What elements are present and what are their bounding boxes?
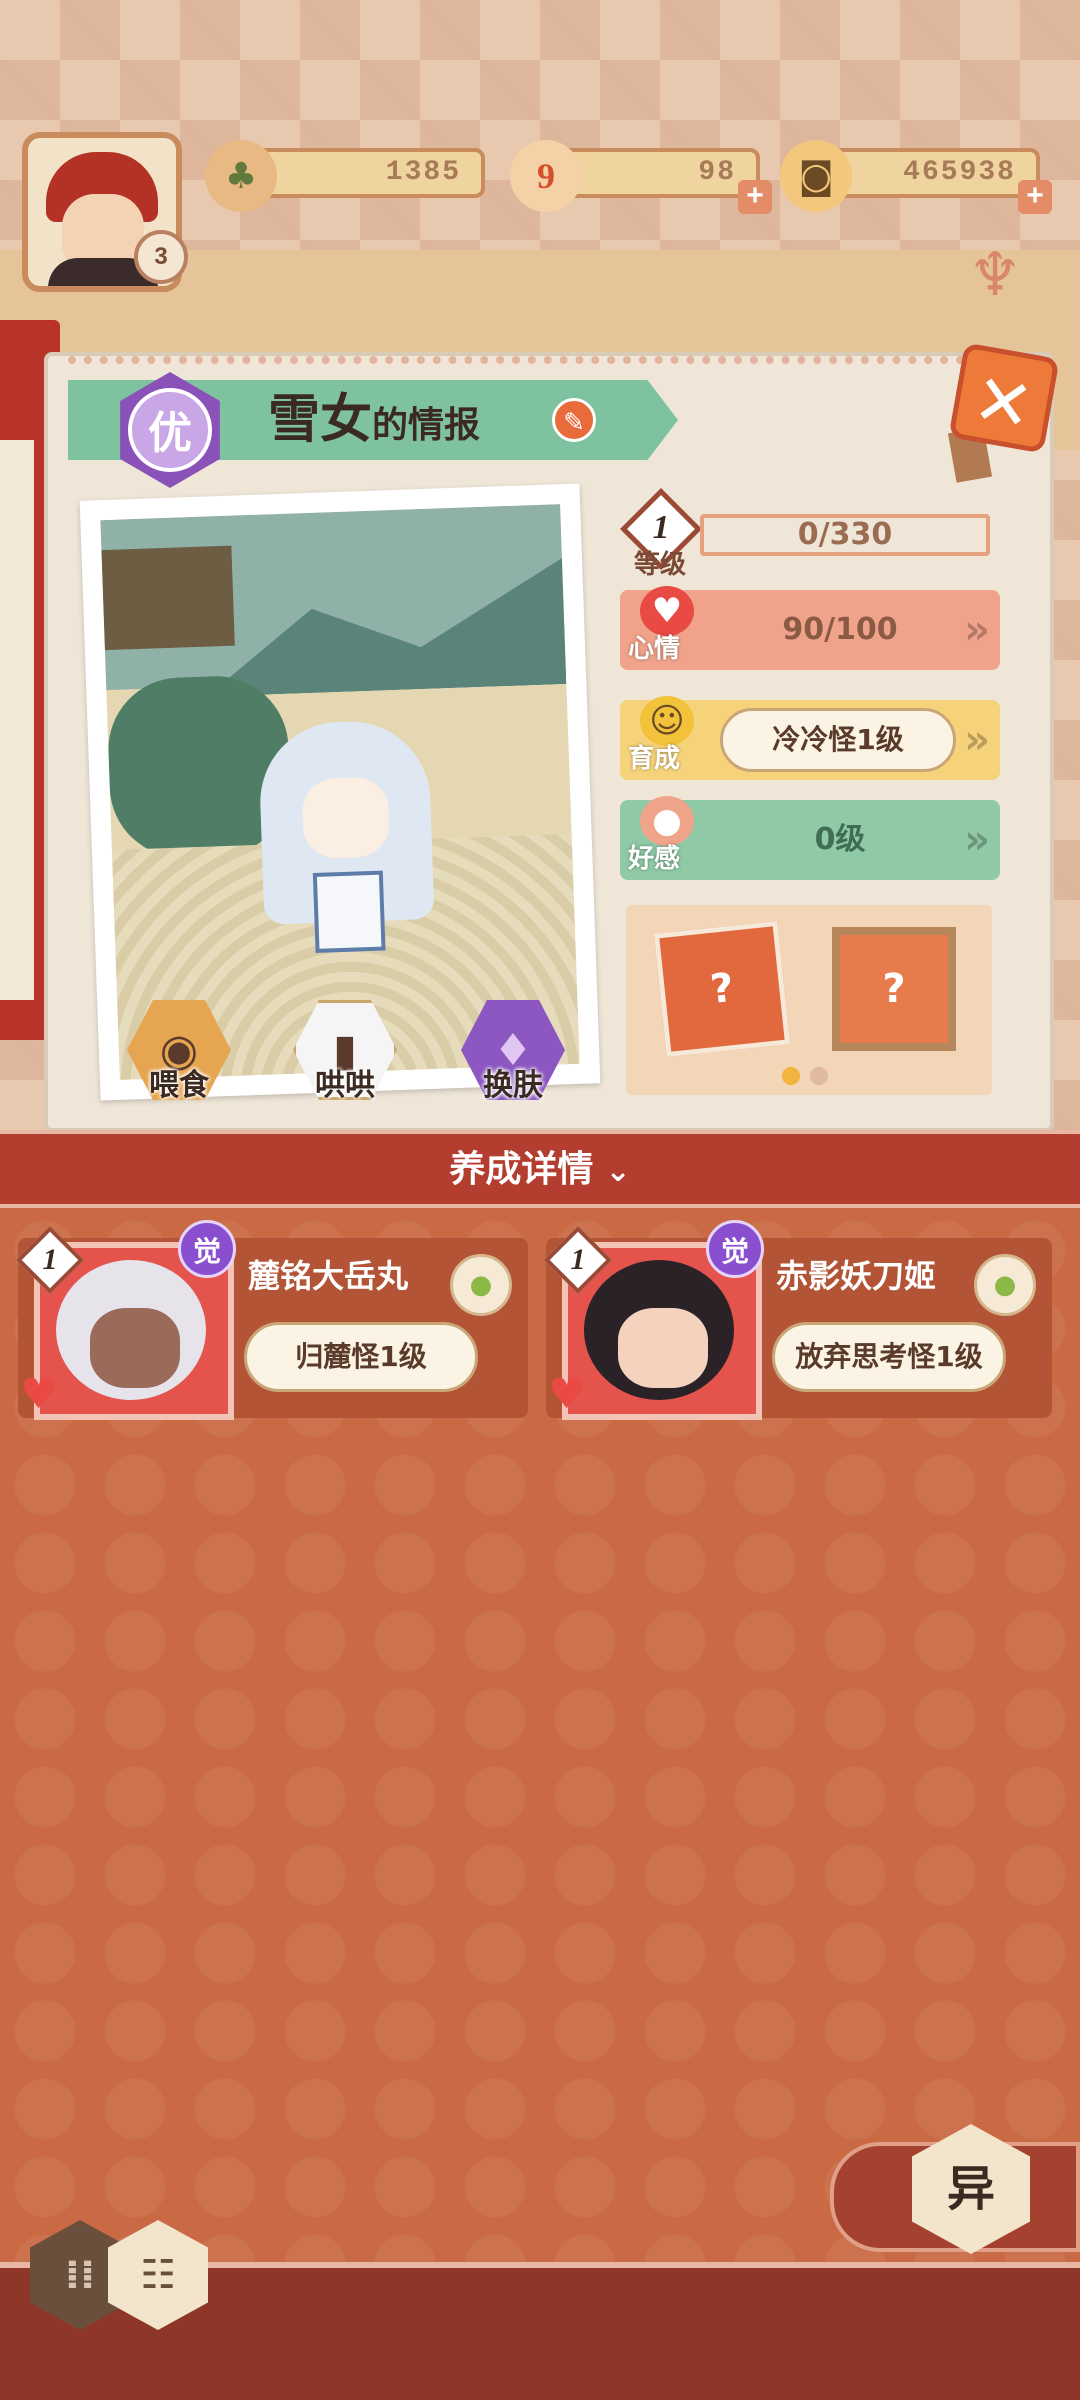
resource-coin: ◙ 465938 + bbox=[780, 140, 1052, 214]
add-jade-button[interactable]: + bbox=[738, 180, 772, 214]
monster-name: 麓铭大岳丸 bbox=[248, 1257, 409, 1295]
player-level-badge: 3 bbox=[134, 230, 188, 284]
level-stat: 1 0/330 等级 bbox=[619, 487, 1000, 580]
growth-details-title: 养成详情 bbox=[449, 1149, 594, 1190]
chevron-down-icon: ⌄ bbox=[605, 1154, 631, 1189]
smile-icon: ☺ bbox=[640, 696, 694, 746]
chevron-right-icon: » bbox=[964, 717, 990, 763]
heart-icon: ♥ bbox=[548, 1369, 586, 1418]
mood-value: 90/100 bbox=[782, 612, 898, 647]
seed-icon[interactable]: ● bbox=[450, 1254, 512, 1316]
monster-card[interactable]: 1 觉 ♥ 麓铭大岳丸 ● 归麓怪1级 bbox=[16, 1220, 528, 1420]
coin-icon: ◙ bbox=[780, 140, 852, 212]
monster-status: 放弃思考怪1级 bbox=[772, 1322, 1006, 1392]
training-value: 冷冷怪1级 bbox=[720, 708, 956, 772]
monster-name: 赤影妖刀姬 bbox=[776, 1257, 937, 1295]
portrait-face bbox=[618, 1308, 708, 1388]
feed-label: 喂食 bbox=[149, 1068, 209, 1103]
monster-level: 1 bbox=[42, 1243, 58, 1276]
awaken-badge: 觉 bbox=[178, 1220, 236, 1278]
page-dot[interactable] bbox=[810, 1067, 828, 1085]
monster-card[interactable]: 1 觉 ♥ 赤影妖刀姬 ● 放弃思考怪1级 bbox=[544, 1220, 1052, 1420]
add-coin-button[interactable]: + bbox=[1018, 180, 1052, 214]
level-number: 1 bbox=[652, 509, 670, 546]
monster-status: 归麓怪1级 bbox=[244, 1322, 478, 1392]
title-suffix: 的情报 bbox=[372, 405, 481, 446]
feed-button[interactable]: ◉ 喂食 bbox=[124, 1000, 234, 1110]
close-button[interactable]: ✕ bbox=[948, 342, 1060, 454]
favor-stat[interactable]: ● 好感 0级 » bbox=[620, 796, 1000, 880]
edit-name-icon[interactable]: ✎ bbox=[552, 398, 596, 442]
jade-icon: 9 bbox=[510, 140, 582, 212]
resource-jade: 9 98 + bbox=[510, 140, 772, 214]
portrait-face bbox=[90, 1308, 180, 1388]
training-label: 育成 bbox=[628, 744, 681, 774]
peach-icon: ● bbox=[640, 796, 694, 846]
pine-icon: ♣ bbox=[205, 140, 277, 212]
photo-scene bbox=[100, 504, 580, 1080]
gift-panel: ? ? bbox=[626, 905, 992, 1095]
rank-label: 优 bbox=[128, 388, 212, 472]
mood-stat[interactable]: ♥ 心情 90/100 » bbox=[620, 586, 1000, 670]
heart-icon: ♥ bbox=[20, 1369, 58, 1418]
scene-hut bbox=[101, 545, 235, 651]
page-title: 雪女的情报 bbox=[268, 380, 480, 460]
skin-button[interactable]: ♦ 换肤 bbox=[458, 1000, 568, 1110]
sprite-dress bbox=[312, 870, 386, 953]
jade-value: 98 bbox=[698, 157, 736, 188]
exp-progress: 0/330 bbox=[700, 514, 990, 556]
pine-value: 1385 bbox=[385, 157, 461, 188]
sprite-face bbox=[301, 776, 391, 860]
chevron-right-icon: » bbox=[964, 607, 990, 653]
coin-value: 465938 bbox=[903, 157, 1016, 188]
page-dot-active[interactable] bbox=[782, 1067, 800, 1085]
favor-value: 0级 bbox=[814, 822, 866, 857]
level-label: 等级 bbox=[634, 550, 687, 580]
awaken-badge: 觉 bbox=[706, 1220, 764, 1278]
heart-face-icon: ♥ bbox=[640, 586, 694, 636]
coax-label: 哄哄 bbox=[315, 1068, 375, 1103]
chevron-right-icon: » bbox=[964, 817, 990, 863]
monster-level: 1 bbox=[570, 1243, 586, 1276]
growth-details-toggle[interactable]: 养成详情 ⌄ bbox=[0, 1130, 1080, 1208]
seed-icon[interactable]: ● bbox=[974, 1254, 1036, 1316]
training-stat[interactable]: ☺ 育成 冷冷怪1级 » bbox=[620, 696, 1000, 780]
mystery-gift-2[interactable]: ? bbox=[832, 927, 956, 1051]
resource-pine: ♣ 1385 bbox=[205, 140, 485, 212]
mystery-gift-1[interactable]: ? bbox=[653, 920, 791, 1058]
favor-label: 好感 bbox=[628, 844, 681, 874]
mood-label: 心情 bbox=[628, 634, 681, 664]
coax-button[interactable]: ▮ 哄哄 bbox=[290, 1000, 400, 1110]
yuki-onna-sprite[interactable] bbox=[257, 718, 436, 955]
character-name: 雪女 bbox=[268, 390, 373, 450]
fish-icon[interactable]: ♆ bbox=[960, 240, 1030, 350]
card-back-stripe bbox=[0, 440, 34, 1000]
skin-label: 换肤 bbox=[483, 1068, 543, 1103]
